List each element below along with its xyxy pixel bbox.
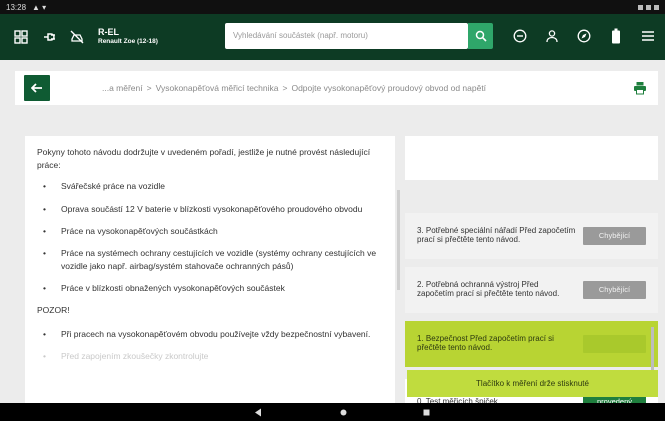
- system-nav-bar: [0, 403, 665, 421]
- search-input[interactable]: Vyhledávání součástek (např. motoru): [225, 23, 468, 49]
- battery-status-icon[interactable]: [607, 27, 625, 45]
- steps-panel: 3. Potřebné speciální nářadí Před započe…: [405, 136, 658, 421]
- breadcrumb-item[interactable]: Vysokonapěťová měřicí technika: [156, 83, 279, 93]
- status-time: 13:28: [6, 2, 27, 12]
- list-item: Práce v blízkosti obnažených vysokonapěť…: [37, 282, 385, 295]
- main-content: ...a měření > Vysokonapěťová měřicí techni…: [0, 60, 665, 421]
- breadcrumb-item[interactable]: ...a měření: [102, 83, 143, 93]
- step-item-1[interactable]: 1. Bezpečnost Před započetím prací si př…: [405, 321, 658, 367]
- warning-title: POZOR!: [37, 305, 70, 316]
- list-item: Práce na vysokonapěťových součástkách: [37, 225, 385, 238]
- plug-icon[interactable]: [40, 28, 58, 46]
- hamburger-menu-icon[interactable]: [639, 27, 657, 45]
- nav-back-icon[interactable]: [253, 407, 263, 417]
- wifi-icon: [638, 4, 643, 10]
- breadcrumb: ...a měření > Vysokonapěťová měřicí techni…: [102, 83, 487, 93]
- warning-list: Při pracech na vysokonapěťovém obvodu po…: [37, 328, 385, 364]
- instructions-list: Svářečské práce na vozidle Oprava součás…: [37, 180, 385, 295]
- compass-icon[interactable]: [575, 27, 593, 45]
- nav-recents-icon[interactable]: [421, 407, 431, 417]
- status-badge: Chybějící: [583, 281, 646, 299]
- step-item-3[interactable]: 3. Potřebné speciální nářadí Před započe…: [405, 213, 658, 259]
- instructions-scrollbar[interactable]: [397, 190, 400, 290]
- steps-header: [405, 136, 658, 180]
- vehicle-code: R-EL: [98, 27, 119, 38]
- search-button[interactable]: [468, 23, 493, 49]
- app-bar: R-EL Renault Zoe (12-18) Vyhledávání sou…: [0, 14, 665, 60]
- step-text: 1. Bezpečnost Před započetím prací si př…: [417, 334, 554, 352]
- instructions-panel: Pokyny tohoto návodu dodržujte v uvedené…: [25, 136, 395, 403]
- step-text: 3. Potřebné speciální nářadí Před započe…: [417, 226, 576, 244]
- breadcrumb-bar: ...a měření > Vysokonapěťová měřicí techni…: [15, 71, 658, 105]
- instructions-intro: Pokyny tohoto návodu dodržujte v uvedené…: [37, 147, 371, 171]
- status-badge: [583, 335, 646, 353]
- step-item-2[interactable]: 2. Potřebná ochranná výstroj Před započe…: [405, 267, 658, 313]
- breadcrumb-item: Odpojte vysokonapěťový proudový obvod od…: [291, 83, 487, 93]
- status-badge: Chybějící: [583, 227, 646, 245]
- back-button[interactable]: [24, 75, 50, 101]
- list-item: Práce na systémech ochrany cestujících v…: [37, 247, 385, 273]
- battery-icon: [654, 4, 659, 10]
- list-item: Před zapojením zkoušečky zkontrolujte: [37, 350, 385, 363]
- status-bar: 13:28 ▲ ▾: [0, 0, 665, 14]
- hold-measure-button[interactable]: Tlačítko k měření drže stisknuté: [407, 370, 658, 397]
- notification-icon: ▲ ▾: [32, 2, 47, 12]
- list-item: Oprava součástí 12 V baterie v blízkosti…: [37, 203, 385, 216]
- vehicle-model: Renault Zoe (12-18): [98, 38, 158, 46]
- print-button[interactable]: [632, 80, 648, 96]
- vehicle-off-icon[interactable]: [68, 28, 86, 46]
- status-icons: [638, 4, 659, 10]
- step-text: 2. Potřebná ochranná výstroj Před započe…: [417, 280, 560, 298]
- arrow-left-icon: [31, 83, 42, 93]
- list-item: Při pracech na vysokonapěťovém obvodu po…: [37, 328, 385, 341]
- nav-home-icon[interactable]: [338, 407, 348, 417]
- minus-circle-icon[interactable]: [511, 27, 529, 45]
- signal-icon: [646, 4, 651, 10]
- printer-icon: [634, 82, 646, 95]
- search-icon: [475, 30, 487, 42]
- list-item: Svářečské práce na vozidle: [37, 180, 385, 193]
- user-icon[interactable]: [543, 27, 561, 45]
- vehicle-info[interactable]: R-EL Renault Zoe (12-18): [98, 27, 158, 46]
- grid-menu-icon[interactable]: [12, 28, 30, 46]
